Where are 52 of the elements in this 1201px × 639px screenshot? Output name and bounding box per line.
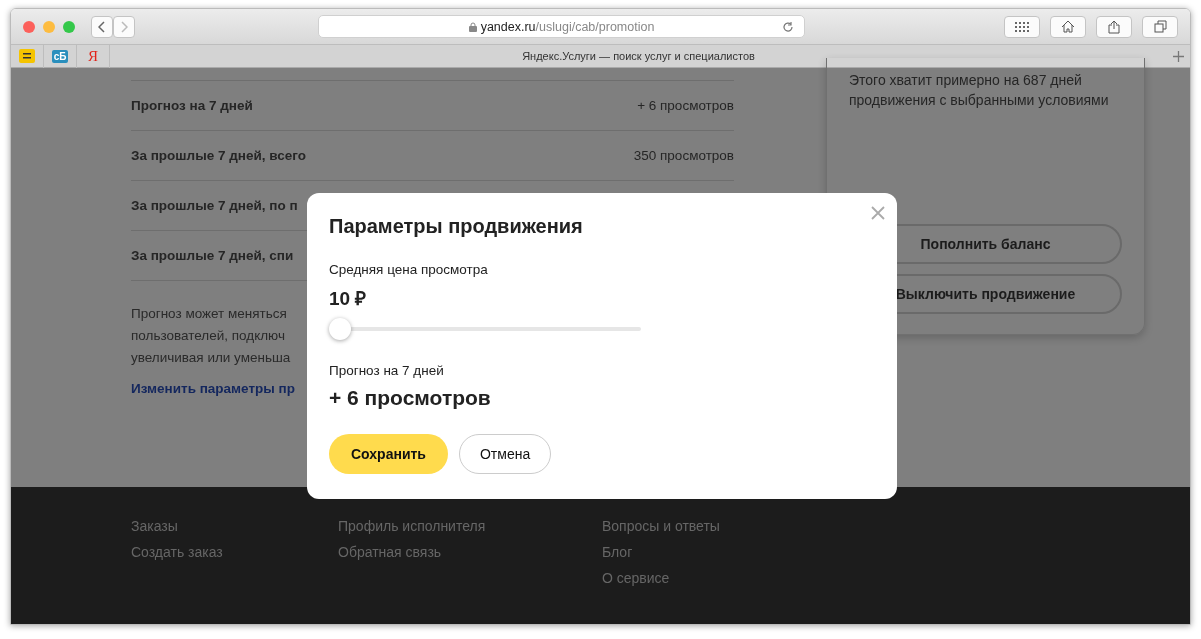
close-icon[interactable]	[871, 206, 885, 220]
stat-label: За прошлые 7 дней, всего	[131, 148, 306, 163]
back-button[interactable]	[91, 15, 113, 38]
forecast-note: пользователей, подключ	[131, 327, 285, 345]
slider-thumb[interactable]	[329, 318, 351, 340]
forecast-note: Прогноз может меняться	[131, 305, 287, 323]
save-button[interactable]: Сохранить	[329, 434, 448, 474]
forecast-label: Прогноз на 7 дней	[329, 363, 445, 378]
price-label: Средняя цена просмотра	[329, 262, 489, 277]
tabs-button[interactable]	[1142, 15, 1178, 38]
forecast-note: увеличивая или уменьша	[131, 349, 291, 367]
change-settings-link[interactable]: Изменить параметры пр	[131, 381, 295, 396]
chevron-left-icon	[98, 20, 106, 33]
new-tab-icon[interactable]	[1173, 50, 1184, 62]
price-slider[interactable]	[329, 318, 641, 340]
footer-link[interactable]: Создать заказ	[131, 543, 338, 561]
stat-value: 350 просмотров	[633, 148, 734, 163]
footer-link[interactable]: Вопросы и ответы	[602, 517, 902, 535]
cancel-button[interactable]: Отмена	[458, 434, 552, 474]
reload-icon[interactable]	[782, 21, 794, 33]
stat-label: За прошлые 7 дней, спи	[131, 248, 294, 263]
address-bar[interactable]: yandex.ru/uslugi/cab/promotion	[318, 15, 805, 38]
lock-icon	[468, 21, 477, 32]
stat-value: + 6 просмотров	[637, 98, 734, 113]
stat-label: Прогноз на 7 дней	[131, 98, 253, 113]
footer-link[interactable]: Профиль исполнителя	[338, 517, 602, 535]
price-value: 10 ₽	[329, 287, 368, 311]
forecast-value: + 6 просмотров	[329, 386, 492, 410]
footer-link[interactable]: Заказы	[131, 517, 338, 535]
grid-icon	[1015, 21, 1029, 32]
grid-button[interactable]	[1004, 15, 1040, 38]
share-button[interactable]	[1096, 15, 1132, 38]
stat-label: За прошлые 7 дней, по п	[131, 198, 298, 213]
dialog-title: Параметры продвижения	[329, 215, 584, 238]
forward-button[interactable]	[113, 15, 135, 38]
close-window-icon[interactable]	[23, 20, 35, 33]
balance-note: Этого хватит примерно на 687 дней продвижения с выбранными условиями	[849, 71, 1109, 110]
url-text: yandex.ru/uslugi/cab/promotion	[480, 19, 655, 34]
tab-title[interactable]: Яндекс.Услуги — поиск услуг и специалистов	[110, 50, 1167, 62]
footer-link[interactable]: Блог	[602, 543, 902, 561]
zoom-window-icon[interactable]	[63, 20, 75, 33]
home-button[interactable]	[1050, 15, 1086, 38]
footer-link[interactable]: О сервисе	[602, 569, 902, 587]
bookmark-icon[interactable]: Я	[88, 47, 98, 65]
chevron-right-icon	[120, 20, 128, 33]
share-icon	[1108, 19, 1120, 34]
home-icon	[1061, 20, 1075, 33]
tabs-icon	[1153, 20, 1167, 33]
bookmark-icon[interactable]: сБ	[51, 49, 69, 63]
footer-link[interactable]: Обратная связь	[338, 543, 602, 561]
minimize-window-icon[interactable]	[43, 20, 55, 33]
notes-icon[interactable]	[19, 49, 35, 63]
